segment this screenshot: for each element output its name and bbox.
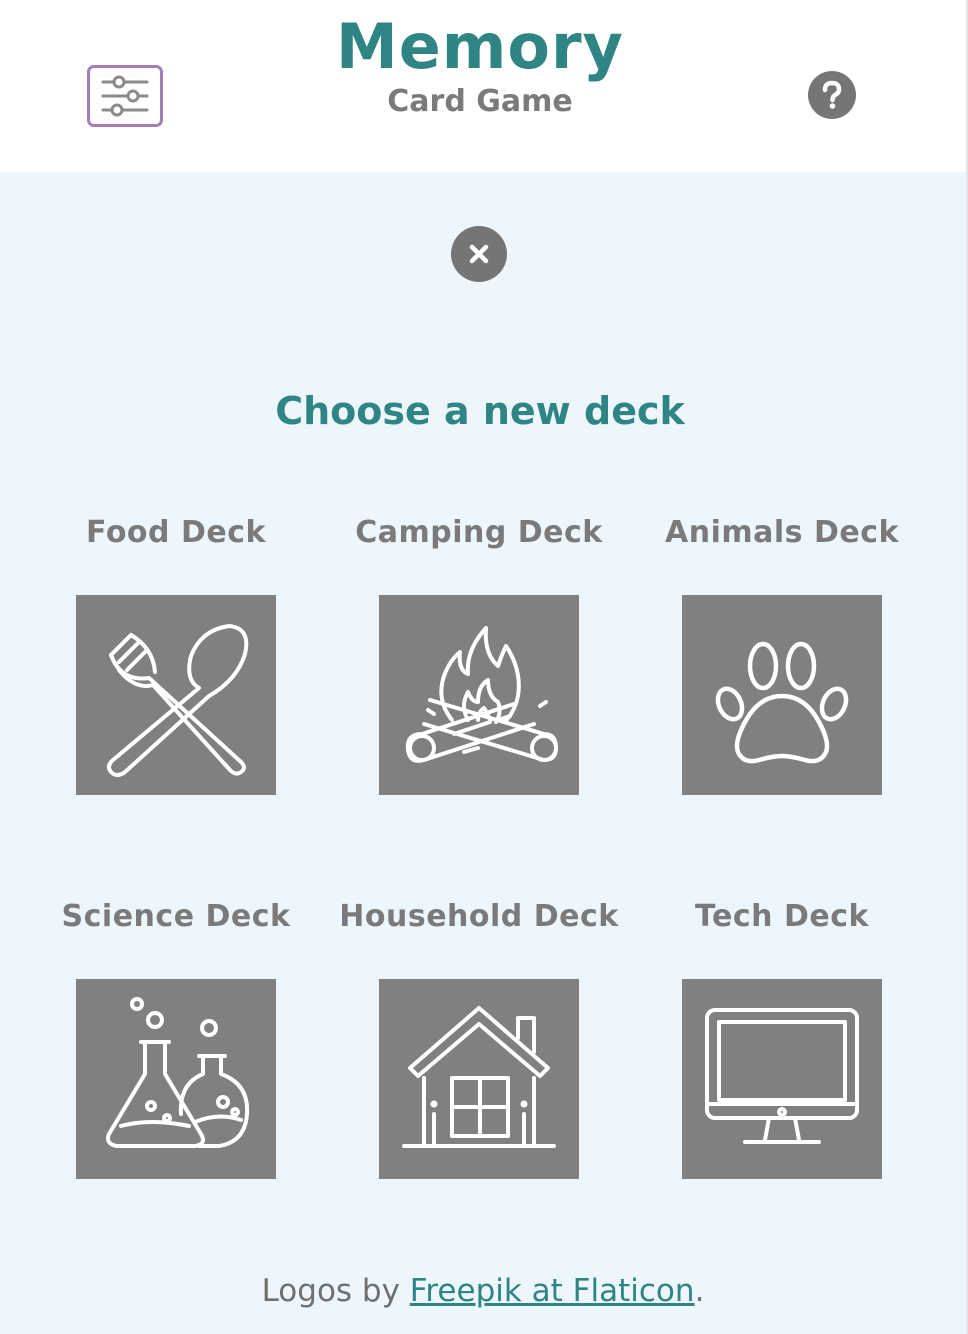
deck-label: Science Deck <box>61 899 291 934</box>
deck-tile[interactable] <box>76 979 276 1179</box>
deck-option-camping[interactable]: Camping Deck <box>329 513 629 795</box>
flasks-icon <box>106 997 250 1148</box>
attribution-footer: Logos by Freepik at Flaticon. <box>0 1268 966 1314</box>
deck-tile[interactable] <box>379 979 579 1179</box>
deck-tile[interactable] <box>682 979 882 1179</box>
question-icon <box>822 80 842 109</box>
app-subtitle: Card Game <box>387 84 573 119</box>
close-button[interactable] <box>451 226 507 282</box>
deck-label: Household Deck <box>339 899 619 934</box>
deck-tile[interactable] <box>379 595 579 795</box>
app-title: Memory <box>336 10 624 83</box>
deck-label: Animals Deck <box>665 515 899 550</box>
deck-label: Food Deck <box>86 515 266 550</box>
deck-option-food[interactable]: Food Deck <box>26 513 326 795</box>
house-icon <box>402 1006 556 1148</box>
paw-icon <box>715 641 849 764</box>
fork-spoon-icon <box>106 624 249 777</box>
footer-suffix: . <box>694 1273 705 1309</box>
header: Memory Card Game <box>0 0 966 172</box>
deck-option-science[interactable]: Science Deck <box>26 897 326 1179</box>
close-icon <box>469 244 489 264</box>
deck-option-household[interactable]: Household Deck <box>329 897 629 1179</box>
deck-tile[interactable] <box>682 595 882 795</box>
deck-label: Camping Deck <box>355 515 603 550</box>
monitor-icon <box>705 1008 859 1144</box>
deck-tile[interactable] <box>76 595 276 795</box>
title-block: Memory Card Game <box>280 14 680 122</box>
sliders-icon <box>101 75 149 117</box>
deck-option-animals[interactable]: Animals Deck <box>632 513 932 795</box>
flaticon-link[interactable]: Freepik at Flaticon <box>410 1273 695 1309</box>
deck-label: Tech Deck <box>695 899 869 934</box>
campfire-icon <box>405 626 558 763</box>
footer-prefix: Logos by <box>261 1273 410 1309</box>
deck-option-tech[interactable]: Tech Deck <box>632 897 932 1179</box>
settings-button[interactable] <box>87 65 163 127</box>
choose-deck-heading: Choose a new deck <box>275 389 685 433</box>
help-button[interactable] <box>808 71 856 119</box>
